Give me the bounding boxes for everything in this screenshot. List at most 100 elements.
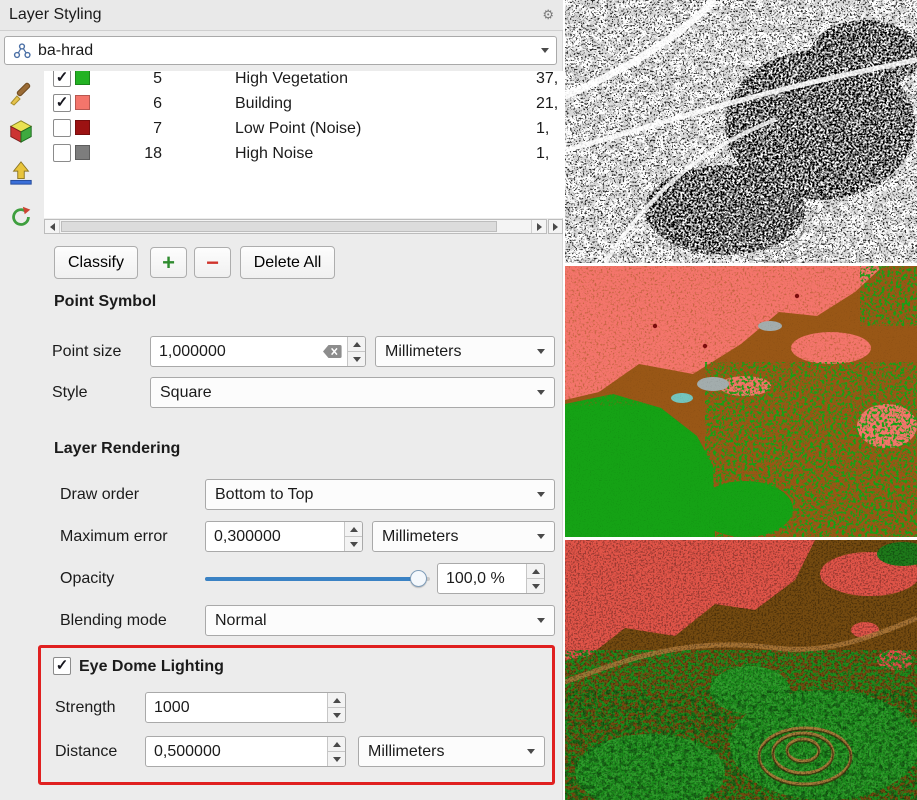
class-id: 18 [132,141,162,166]
draw-order-label: Draw order [60,479,139,510]
history-arrows-icon [8,204,34,230]
class-count: 37, [536,71,563,91]
table-row[interactable]: ✓ 5 High Vegetation 37, [44,71,563,91]
layer-rendering-header: Layer Rendering [54,440,180,458]
point-cloud-layer-icon [12,42,32,60]
point-size-unit-value: Millimeters [385,343,461,361]
tab-history[interactable] [4,200,38,234]
spin-up-button[interactable] [348,337,365,351]
point-size-label: Point size [52,336,121,367]
table-row[interactable]: ✓ 6 Building 21, [44,91,563,116]
class-label: High Vegetation [235,71,348,91]
maximum-error-value: 0,300000 [206,528,344,546]
classify-button[interactable]: Classify [54,246,138,279]
table-row[interactable]: 18 High Noise 1, [44,141,563,166]
tab-3d-view[interactable] [4,114,38,148]
chevron-down-icon [537,618,545,623]
screenshot-root: Layer Styling ⚙ ba-hrad [0,0,917,800]
panel-options-gear-icon[interactable]: ⚙ [542,7,554,23]
spin-up-button[interactable] [328,693,345,707]
edl-checkbox[interactable]: ✓ [53,657,71,675]
spin-down-button[interactable] [328,751,345,766]
class-checkbox[interactable]: ✓ [53,94,71,112]
preview-pointcloud-sketch [565,0,917,263]
class-color-swatch[interactable] [75,145,90,160]
chevron-down-icon [537,390,545,395]
blending-mode-dropdown[interactable]: Normal [205,605,555,636]
panel-titlebar: Layer Styling ⚙ [0,0,563,31]
3d-cube-icon [8,118,34,144]
maximum-error-unit-dropdown[interactable]: Millimeters [372,521,555,552]
blending-mode-value: Normal [215,612,267,630]
point-size-value: 1,000000 [151,343,323,361]
class-label: Low Point (Noise) [235,116,361,141]
spin-up-button[interactable] [328,737,345,751]
class-id: 6 [132,91,162,116]
edl-distance-value: 0,500000 [146,743,327,761]
class-label: High Noise [235,141,313,166]
scrollbar-corner[interactable] [548,219,563,234]
class-count: 1, [536,116,563,141]
tab-symbology[interactable] [4,76,38,110]
point-size-unit-dropdown[interactable]: Millimeters [375,336,555,367]
clear-field-icon[interactable] [323,345,342,358]
class-color-swatch[interactable] [75,95,90,110]
delete-all-button[interactable]: Delete All [240,246,335,279]
spinner [327,737,345,766]
chevron-down-icon [537,492,545,497]
spinner [327,693,345,722]
class-checkbox[interactable] [53,144,71,162]
slider-fill [205,577,419,581]
spin-up-button[interactable] [345,522,362,536]
preview-pointcloud-classified [565,266,917,537]
spin-up-button[interactable] [527,564,544,578]
class-color-swatch[interactable] [75,120,90,135]
layer-selector-value: ba-hrad [38,42,93,60]
spin-down-button[interactable] [527,578,544,593]
paintbrush-icon [8,80,34,106]
edl-strength-value: 1000 [146,699,327,717]
tab-elevation[interactable] [4,156,38,190]
draw-order-value: Bottom to Top [215,486,313,504]
panel-title: Layer Styling [9,6,102,24]
spin-down-button[interactable] [328,707,345,722]
edl-strength-input[interactable]: 1000 [145,692,346,723]
spinner [526,564,544,593]
layer-selector[interactable]: ba-hrad [4,36,557,65]
elevation-arrow-icon [8,160,34,186]
edl-distance-unit-dropdown[interactable]: Millimeters [358,736,545,767]
opacity-slider[interactable] [205,563,430,594]
chevron-down-icon [541,48,549,53]
maximum-error-input[interactable]: 0,300000 [205,521,363,552]
spin-down-button[interactable] [345,536,362,551]
class-checkbox[interactable] [53,119,71,137]
class-id: 7 [132,116,162,141]
class-count: 21, [536,91,563,116]
maximum-error-label: Maximum error [60,521,168,552]
blending-mode-label: Blending mode [60,605,167,636]
spin-down-button[interactable] [348,351,365,366]
remove-class-button[interactable]: − [194,247,231,278]
class-checkbox[interactable]: ✓ [53,71,71,87]
style-label: Style [52,377,88,408]
opacity-input[interactable]: 100,0 % [437,563,545,594]
scroll-right-icon[interactable] [531,220,546,233]
edl-strength-label: Strength [55,692,115,723]
slider-handle[interactable] [410,570,427,587]
classification-table[interactable]: ✓ 5 High Vegetation 37, ✓ 6 Building 21, [44,71,563,218]
scroll-left-icon[interactable] [45,220,60,233]
table-row[interactable]: 7 Low Point (Noise) 1, [44,116,563,141]
point-symbol-header: Point Symbol [54,293,156,311]
add-class-button[interactable]: + [150,247,187,278]
layer-styling-panel: Layer Styling ⚙ ba-hrad [0,0,563,800]
style-dropdown[interactable]: Square [150,377,555,408]
opacity-value: 100,0 % [438,570,526,588]
classification-rows: ✓ 5 High Vegetation 37, ✓ 6 Building 21, [44,71,563,166]
table-horizontal-scrollbar[interactable] [44,219,547,234]
class-color-swatch[interactable] [75,71,90,85]
edl-distance-input[interactable]: 0,500000 [145,736,346,767]
chevron-down-icon [537,349,545,354]
scrollbar-thumb[interactable] [61,221,497,232]
draw-order-dropdown[interactable]: Bottom to Top [205,479,555,510]
point-size-input[interactable]: 1,000000 [150,336,366,367]
